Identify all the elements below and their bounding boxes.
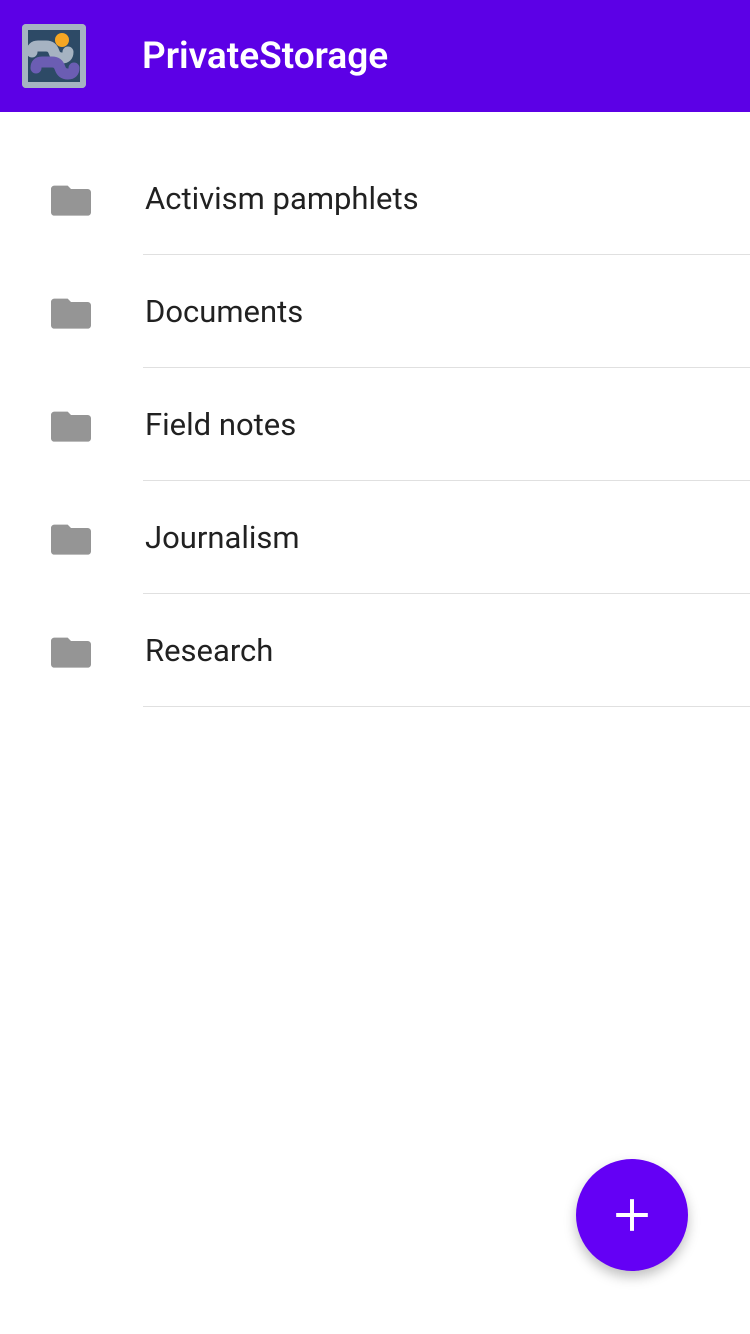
folder-item[interactable]: Field notes: [0, 368, 750, 481]
app-title: PrivateStorage: [142, 35, 388, 78]
folder-list: Activism pamphlets Documents Field notes…: [0, 112, 750, 707]
app-logo-icon: [22, 24, 86, 88]
folder-icon: [51, 182, 91, 216]
folder-item[interactable]: Documents: [0, 255, 750, 368]
folder-icon: [51, 408, 91, 442]
folder-label: Research: [145, 632, 273, 669]
plus-icon: [613, 1196, 651, 1234]
add-button[interactable]: [576, 1159, 688, 1271]
folder-item[interactable]: Research: [0, 594, 750, 707]
folder-label: Journalism: [145, 519, 300, 556]
folder-label: Field notes: [145, 406, 296, 443]
app-header: PrivateStorage: [0, 0, 750, 112]
folder-icon: [51, 634, 91, 668]
folder-item[interactable]: Journalism: [0, 481, 750, 594]
folder-label: Documents: [145, 293, 303, 330]
folder-icon: [51, 521, 91, 555]
folder-item[interactable]: Activism pamphlets: [0, 142, 750, 255]
folder-label: Activism pamphlets: [145, 180, 419, 217]
folder-icon: [51, 295, 91, 329]
